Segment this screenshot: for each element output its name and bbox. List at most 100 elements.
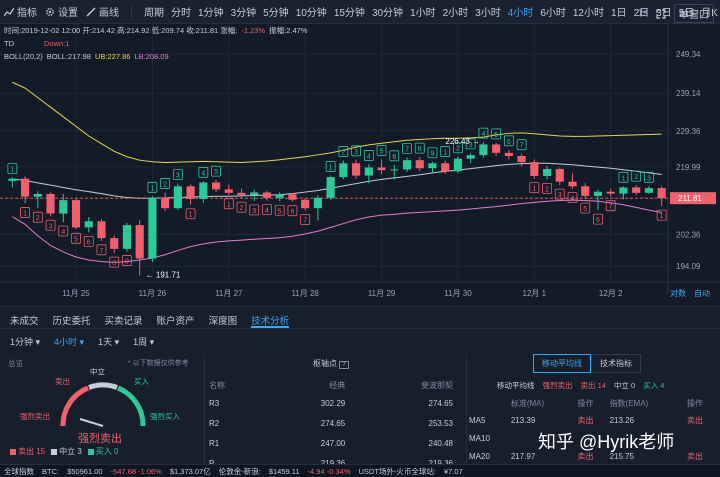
- tab-2[interactable]: 买卖记录: [105, 313, 143, 328]
- draw-button[interactable]: 画线: [86, 4, 119, 19]
- period-2[interactable]: 3分钟: [231, 4, 257, 19]
- interval-1s-button[interactable]: 1s: [637, 8, 648, 19]
- candle-body: [97, 221, 106, 239]
- td-mark-label: 2: [36, 215, 40, 222]
- candle-body: [441, 163, 450, 172]
- td-mark-label: 1: [150, 185, 154, 192]
- candle-body: [199, 182, 208, 199]
- td-mark-label: 3: [354, 149, 358, 156]
- td-mark-label: 7: [303, 217, 307, 224]
- candle-body: [237, 192, 246, 196]
- period-12[interactable]: 12小时: [573, 4, 604, 19]
- pivot-cell: R1: [209, 438, 220, 448]
- period-10[interactable]: 4小时: [508, 4, 534, 19]
- ma-tab-0[interactable]: 移动平均线: [533, 354, 591, 373]
- candle-body: [517, 155, 526, 163]
- gauge-buy-label: 买入: [134, 377, 149, 386]
- td-mark-label: 8: [418, 146, 422, 153]
- x-tick-label: 11月 30: [444, 289, 472, 298]
- candle-body: [415, 160, 424, 169]
- ma-neutral-count: 中立 0: [613, 381, 636, 390]
- td-mark-label: 5: [278, 208, 282, 215]
- period-0[interactable]: 分时: [171, 4, 191, 19]
- btc-label: BTC:: [42, 466, 60, 476]
- ma-header: [469, 396, 511, 411]
- gold-price: $1459.11: [268, 466, 300, 476]
- subtab-2[interactable]: 1天 ▾: [98, 335, 119, 349]
- td-mark-label: 4: [367, 153, 371, 160]
- tab-3[interactable]: 账户资产: [157, 313, 195, 328]
- candlestick-chart[interactable]: 时间:2019-12-02 12:00 开:214.42 高:214.92 低:…: [0, 24, 720, 302]
- tab-0[interactable]: 未成交: [10, 313, 39, 328]
- settings-button[interactable]: 设置: [45, 4, 78, 19]
- period-4[interactable]: 10分钟: [296, 4, 327, 19]
- pivot-header: 经典: [329, 381, 346, 390]
- pivot-header: 名称: [209, 381, 225, 390]
- period-8[interactable]: 2小时: [443, 4, 469, 19]
- subtab-0[interactable]: 1分钟 ▾: [10, 335, 40, 349]
- td-row: TD Down:1: [4, 37, 307, 50]
- subtab-1[interactable]: 4小时 ▾: [54, 335, 84, 349]
- tab-5[interactable]: 技术分析: [251, 313, 290, 328]
- td-mark-label: 7: [609, 204, 613, 211]
- td-mark-label: 3: [49, 223, 53, 230]
- period-1[interactable]: 1分钟: [198, 4, 224, 19]
- candle-body: [110, 238, 119, 249]
- ma-tab-1[interactable]: 技术指标: [591, 354, 641, 373]
- ma-row: MA5 213.39 卖出 213.26 卖出: [469, 411, 719, 429]
- auto-scale-toggle[interactable]: 自动: [694, 288, 710, 298]
- td-mark-label: 1: [532, 186, 536, 193]
- subtab-3[interactable]: 1周 ▾: [133, 335, 154, 349]
- ma-cell: [687, 429, 719, 447]
- ma-cell: MA10: [469, 433, 490, 443]
- tab-1[interactable]: 历史委托: [53, 313, 91, 328]
- indicators-button[interactable]: 指标: [4, 4, 37, 19]
- td-mark-label: 1: [660, 213, 664, 220]
- td-label: TD: [4, 39, 14, 48]
- td-value: Down:1: [44, 39, 70, 48]
- candle-body: [390, 169, 399, 171]
- summary-section: 总览 * 以下数据仅供参考 中立 卖出 买入 强烈卖出 强烈买入 强烈卖出 卖出…: [8, 354, 198, 464]
- candle-body: [224, 189, 233, 193]
- y-tick-label: 249.34: [676, 50, 701, 59]
- pivot-table: 名称 经典 斐波那契 R3 302.29 274.65 R2 274.65 253.53 R1 2…: [209, 378, 453, 473]
- period-7[interactable]: 1小时: [410, 4, 436, 19]
- candle-body: [466, 155, 475, 159]
- td-mark-label: 5: [380, 148, 384, 155]
- gauge-neutral-label: 中立: [90, 367, 105, 376]
- x-tick-label: 11月 27: [215, 289, 243, 298]
- gauge-strong-sell-label: 强烈卖出: [20, 412, 50, 421]
- period-11[interactable]: 6小时: [540, 4, 566, 19]
- ma-cell: 卖出: [686, 451, 703, 461]
- td-mark-label: 5: [74, 236, 78, 243]
- help-icon[interactable]: ?: [339, 361, 349, 369]
- window-mode-select[interactable]: 单窗口: [674, 4, 714, 23]
- candle-body: [504, 152, 513, 156]
- td-mark-label: 1: [329, 165, 333, 172]
- ma-header: 标准(MA): [510, 399, 545, 408]
- period-6[interactable]: 30分钟: [372, 4, 403, 19]
- gauge-needle: [79, 418, 104, 427]
- period-9[interactable]: 3小时: [475, 4, 501, 19]
- ma-tabs: 移动平均线 技术指标: [533, 354, 641, 373]
- price-plot[interactable]: 1 1 2 3 4 5 6 7 8 9 1 2 3 1 4 5 1 2 3 4 5 6 7 1 2 3 4 5 6 7 8 9 1 2 3 4 5 6 7 1…: [0, 24, 720, 302]
- boll-mid-value: BOLL:217.98: [46, 52, 91, 61]
- tab-4[interactable]: 深度图: [209, 313, 238, 328]
- fullscreen-icon[interactable]: [656, 8, 666, 19]
- td-mark-label: 1: [621, 175, 625, 182]
- period-3[interactable]: 5分钟: [263, 4, 289, 19]
- gold-change: -4.94 -0.34%: [307, 466, 351, 476]
- period-5[interactable]: 15分钟: [334, 4, 365, 19]
- td-mark-label: 6: [87, 239, 91, 246]
- period-13[interactable]: 1日: [611, 4, 627, 19]
- pivot-cell: 247.00: [320, 438, 346, 448]
- summary-counts: 卖出 15 中立 3 买入 0: [10, 446, 118, 457]
- toolbar-divider: [131, 5, 132, 18]
- td-mark-label: 2: [634, 174, 638, 181]
- candle-body: [402, 160, 412, 170]
- summary-title: 总览: [8, 359, 23, 368]
- td-mark-label: 2: [545, 186, 549, 193]
- log-scale-toggle[interactable]: 对数: [670, 288, 686, 298]
- y-tick-label: 239.14: [676, 89, 701, 98]
- candle-body: [492, 144, 501, 153]
